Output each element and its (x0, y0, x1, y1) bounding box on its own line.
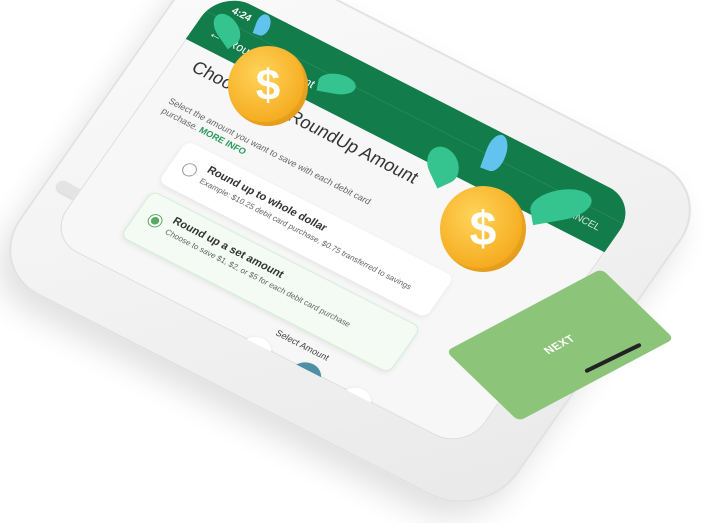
dollar-icon: $ (469, 202, 497, 256)
coin-icon: $ (228, 46, 308, 126)
radio-whole-dollar[interactable] (179, 160, 200, 179)
dollar-icon: $ (255, 61, 281, 110)
coin-icon: $ (440, 186, 526, 272)
promo-scene: 4:24 ← RoundUp Amount CANCEL Choose Your… (0, 0, 703, 523)
radio-set-amount[interactable] (144, 211, 166, 230)
